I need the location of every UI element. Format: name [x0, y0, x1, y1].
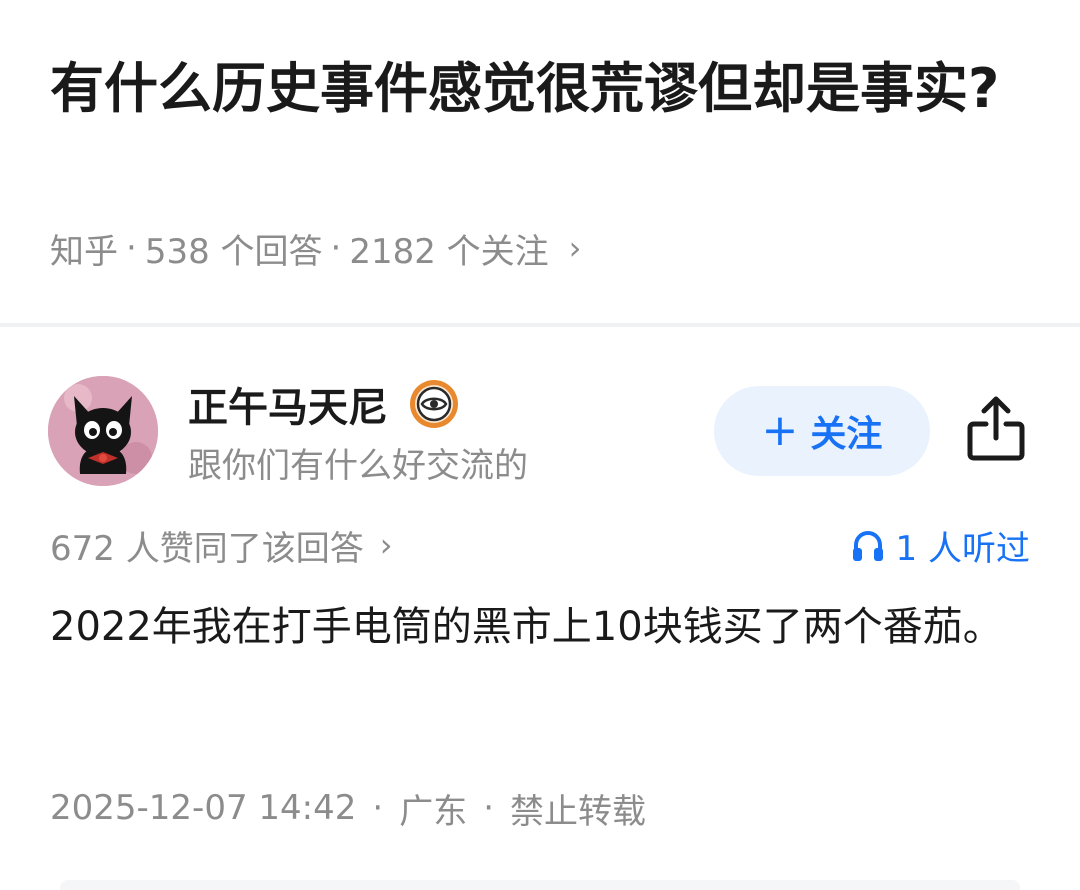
eye-badge-icon[interactable] [408, 378, 460, 430]
answers-count: 538 个回答 [144, 231, 323, 272]
footer-separator: · [372, 788, 384, 828]
answer-footer: 2025-12-07 14:42 · 广东 · 禁止转载 [50, 780, 646, 836]
answer-content[interactable]: 2022年我在打手电筒的黑市上10块钱买了两个番茄。 [50, 594, 1040, 660]
question-title[interactable]: 有什么历史事件感觉很荒谬但却是事实? [50, 46, 1010, 132]
chevron-right-icon: › [568, 229, 582, 267]
answer-datetime: 2025-12-07 14:42 [50, 788, 357, 828]
author-bio: 跟你们有什么好交流的 [188, 446, 528, 486]
votes-link[interactable]: 672 人赞同了该回答 › [50, 520, 393, 570]
follow-label: 关注 [810, 414, 883, 455]
author-name[interactable]: 正午马天尼 [188, 375, 388, 433]
headphones-icon [852, 531, 883, 561]
source-label: 知乎 [50, 231, 118, 272]
listens-count: 1 人听过 [895, 528, 1030, 569]
meta-separator: · [330, 228, 342, 268]
question-meta[interactable]: 知乎 · 538 个回答 · 2182 个关注 › [50, 222, 581, 274]
plus-icon: + [761, 405, 799, 456]
avatar[interactable] [48, 376, 158, 486]
share-icon[interactable] [964, 394, 1028, 464]
black-cat-avatar-icon [48, 376, 158, 486]
followers-count: 2182 个关注 [349, 231, 549, 272]
follow-button[interactable]: + 关注 [714, 386, 930, 476]
listen-link[interactable]: 1 人听过 [850, 520, 1030, 570]
footer-separator: · [483, 788, 495, 828]
meta-separator: · [126, 228, 137, 268]
copyright-notice: 禁止转载 [510, 791, 647, 832]
chevron-right-icon: › [379, 526, 393, 564]
section-divider [0, 323, 1080, 327]
author-name-row[interactable]: 正午马天尼 [188, 374, 460, 434]
votes-count: 672 人赞同了该回答 [50, 528, 364, 569]
bottom-panel-edge [60, 880, 1020, 890]
answer-location: 广东 [399, 791, 468, 832]
